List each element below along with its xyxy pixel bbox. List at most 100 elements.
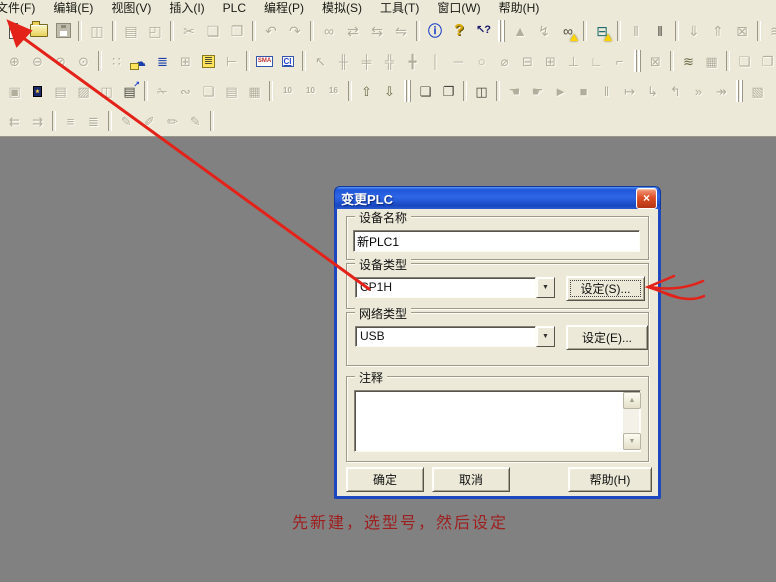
toolbar-separator [210,111,214,131]
network-type-combo[interactable]: USB ▼ [355,326,555,347]
chevron-down-icon[interactable]: ▼ [536,326,555,347]
coil-closed-icon: ⌀ [493,50,516,72]
symbol-table-icon[interactable]: ≣ [197,50,220,72]
properties-icon[interactable]: ▤↗ [118,80,141,102]
arrange-windows-icon[interactable]: ❐ [437,80,460,102]
dialog-titlebar[interactable]: 变更PLC × [334,186,661,209]
menu-item-plc[interactable]: PLC [214,0,255,15]
set-value-off-icon[interactable]: ⇩ [378,80,401,102]
align-list-icon: ≡ [59,110,82,132]
watch-window-2-icon: ❐ [756,50,776,72]
redo-icon: ↷ [283,19,307,43]
menu-item-insert[interactable]: 插入(I) [160,0,213,15]
network-settings-button[interactable]: 设定(E)... [566,325,648,350]
tile-windows-icon[interactable]: ◫ [470,80,493,102]
download-to-plc-icon: ⇓ [682,19,706,43]
copy-icon: ❏ [201,19,225,43]
online-edit-icon: ▧ [746,80,769,102]
sim-step-in-icon: ↳ [641,80,664,102]
toolbar-separator [463,81,467,101]
ci-view-icon[interactable]: CI [276,50,299,72]
contact-nc-icon: ╪ [355,50,378,72]
comment-scrollbar[interactable]: ▲ ▼ [623,392,639,450]
run-mode-icon: ☚ [503,80,526,102]
cancel-button[interactable]: 取消 [432,467,510,492]
corner-line-icon: ∟ [585,50,608,72]
context-help-icon[interactable]: ↖? [471,19,495,43]
toolbar-separator [310,21,314,41]
open-file-icon[interactable] [27,19,51,43]
help-icon[interactable]: ? [447,19,471,43]
contact-or-nc-icon: ╋ [401,50,424,72]
time-chart-icon: ▦ [700,50,723,72]
edit-section-icon: ✏ [161,110,184,132]
set-value-on-icon[interactable]: ⇧ [355,80,378,102]
toolbar-separator [416,21,420,41]
data-trace-icon[interactable]: ≋ [677,50,700,72]
new-file-icon[interactable] [3,19,27,43]
list-view-icon: ◫ [95,80,118,102]
align-outline-icon: ≣ [82,110,105,132]
scroll-up-icon[interactable]: ▲ [623,392,641,409]
print-preview-icon: ◰ [143,19,167,43]
close-icon[interactable]: × [636,188,657,209]
browser-tree-icon: ⊢ [220,50,243,72]
toolbar-separator [112,21,116,41]
monitor-mode-icon: ☛ [526,80,549,102]
toolbar-row-4: ⇇⇉≡≣✎✐✏✎ [0,106,776,136]
print-icon: ▤ [119,19,143,43]
screen: 文件(F)编辑(E)视图(V)插入(I)PLC编程(P)模拟(S)工具(T)窗口… [0,0,776,582]
device-name-input[interactable] [353,230,640,252]
find-replace-icon: ⇆ [365,19,389,43]
device-type-value[interactable]: CP1H [355,277,536,298]
chevron-down-icon[interactable]: ▼ [536,277,555,298]
vertical-line-icon: │ [424,50,447,72]
network-type-label: 网络类型 [355,305,411,322]
network-simulator-icon[interactable]: ⊟ [590,19,614,43]
global-symbol-window-icon: ▦ [243,80,266,102]
toolbar-separator [108,111,112,131]
undo-icon: ↶ [259,19,283,43]
pause-icon[interactable]: ‖ [648,19,672,43]
menu-item-help[interactable]: 帮助(H) [490,0,549,15]
menu-item-file[interactable]: 文件(F) [0,0,44,15]
toolbar-separator [252,21,256,41]
memory-view-icon: ▤ [49,80,72,102]
comment-label: 注释 [355,369,387,386]
scroll-down-icon[interactable]: ▼ [623,433,641,450]
dialog-title: 变更PLC [335,189,636,208]
device-type-combo[interactable]: CP1H ▼ [355,277,555,298]
auto-online-icon: ↯ [532,19,556,43]
simulator-online-icon[interactable]: ∞ [556,19,580,43]
toolbar-separator [617,21,621,41]
toolbar-row-3: ▣٭▤▨◫▤↗✁∾❏▤▦101016⇧⇩❏❐◫☚☛►■‖↦↳↰»↠▧ [0,76,776,106]
sim-step-out-icon: ↰ [664,80,687,102]
info-icon[interactable]: ⓘ [423,19,447,43]
rung-annotation-icon[interactable]: ≣ [151,50,174,72]
device-type-label: 设备类型 [355,256,411,273]
show-comments-icon[interactable]: ☁ [128,50,151,72]
menu-item-edit[interactable]: 编辑(E) [44,0,102,15]
menu-item-view[interactable]: 视图(V) [102,0,160,15]
comment-group: 注释 ▲ ▼ [346,376,649,462]
edit-comment-icon: ✎ [115,110,138,132]
menu-item-tools[interactable]: 工具(T) [371,0,428,15]
menu-item-program[interactable]: 编程(P) [255,0,313,15]
menu-item-simulation[interactable]: 模拟(S) [313,0,371,15]
ok-button[interactable]: 确定 [346,467,424,492]
device-type-group: 设备类型 CP1H ▼ 设定(S)... [346,263,649,309]
toolbar-separator [98,51,102,71]
network-type-group: 网络类型 USB ▼ 设定(E)... [346,312,649,366]
watch-window-icon: ❏ [733,50,756,72]
new-window-icon[interactable]: ❏ [414,80,437,102]
transfer-monitor-icon: ≋ [764,19,776,43]
monitor-data-icon: ⊞ [174,50,197,72]
coil-icon: ○ [470,50,493,72]
menu-item-window[interactable]: 窗口(W) [428,0,489,15]
network-type-value[interactable]: USB [355,326,536,347]
device-settings-button[interactable]: 设定(S)... [566,276,645,301]
help-button[interactable]: 帮助(H) [568,467,652,492]
comment-textarea[interactable] [354,390,641,452]
plc-settings-icon[interactable]: ٭ [26,80,49,102]
mnemonics-view-icon[interactable]: SMA [253,50,276,72]
